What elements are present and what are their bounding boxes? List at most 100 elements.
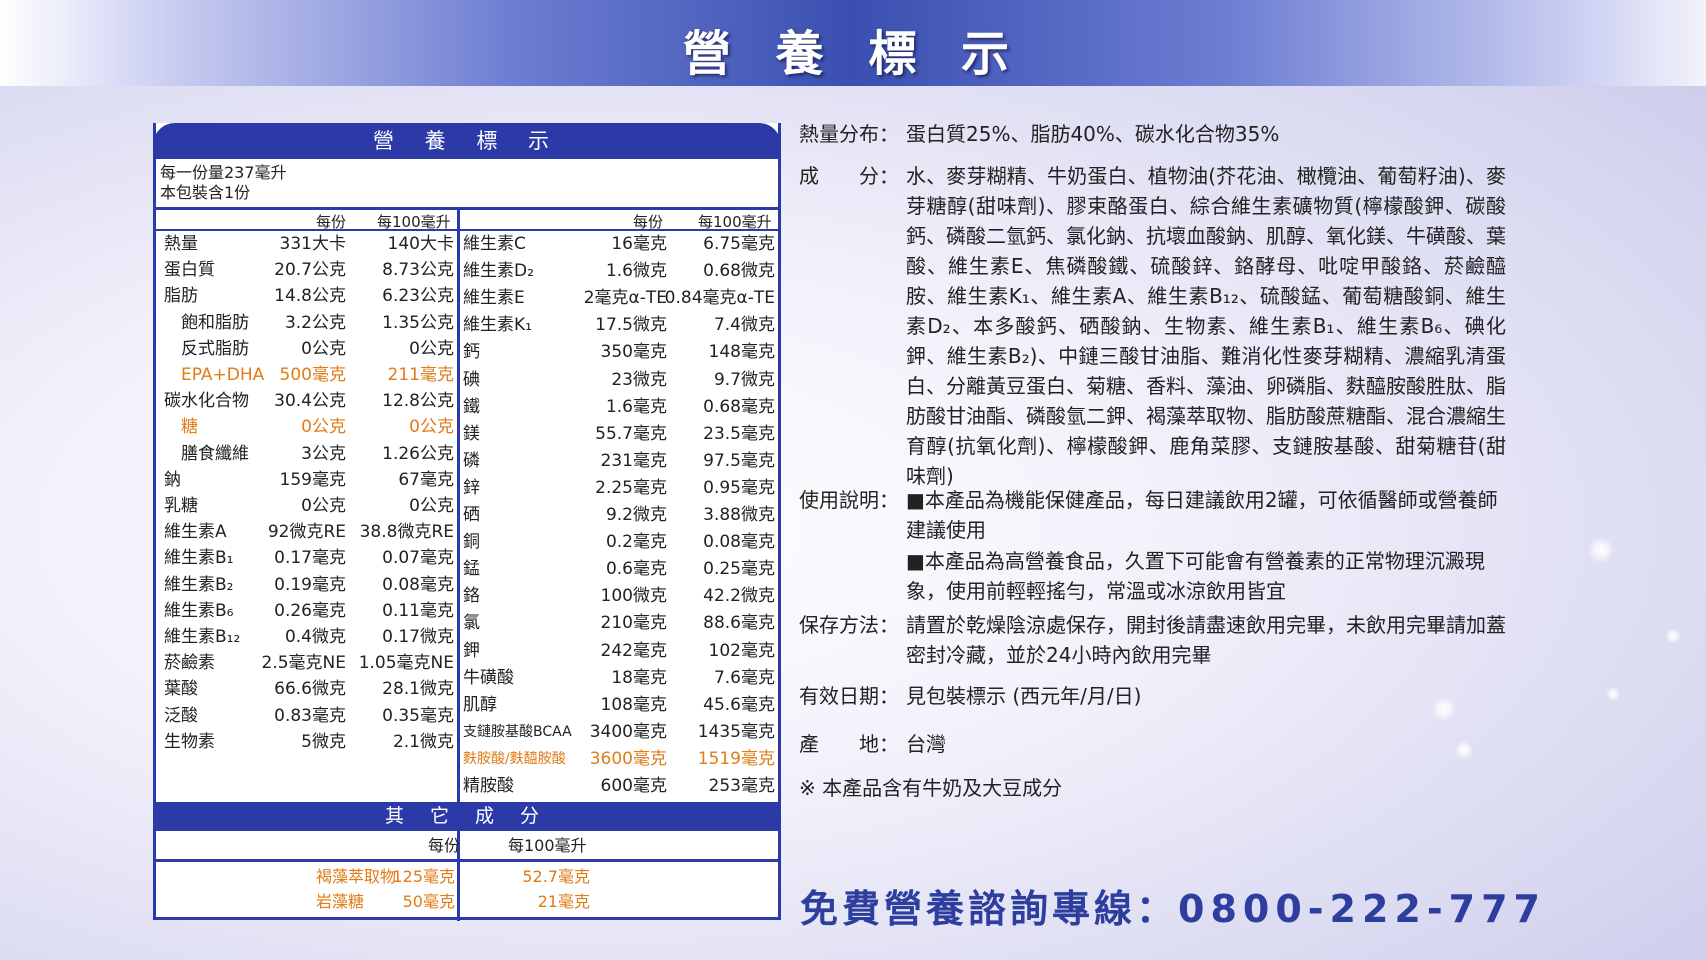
hotline: 免費營養諮詢專線：0800-222-777: [800, 878, 1546, 933]
expiry-label: 有效日期：: [799, 684, 899, 708]
value-per-100ml: 1435毫克: [697, 721, 775, 742]
value-per-100ml: 0.95毫克: [703, 477, 775, 498]
nutrient-name: 鉻: [463, 586, 480, 607]
nutrient-row: 維生素A 92微克RE 38.8微克RE: [156, 518, 456, 546]
nutrient-name: 乳糖: [164, 496, 198, 516]
nutrient-name: 葉酸: [164, 679, 198, 700]
value-per-serving: 50毫克: [402, 892, 455, 911]
value-per-100ml: 211毫克: [387, 365, 454, 385]
nutrient-row: 脂肪 14.8公克 6.23公克: [156, 282, 456, 310]
nutrient-name: 碳水化合物: [164, 391, 249, 412]
value-per-100ml: 0.08毫克: [703, 532, 775, 553]
nutrient-name: 維生素B₂: [164, 574, 234, 595]
value-per-100ml: 0公克: [409, 496, 454, 516]
ingredient-name: 褐藻萃取物: [316, 867, 397, 886]
value-per-100ml: 52.7毫克: [522, 867, 590, 886]
value-per-100ml: 0.68微克: [703, 261, 775, 282]
banner-title: 營 養 標 示: [682, 26, 1024, 82]
nutrient-row: 鎂 55.7毫克 23.5毫克: [460, 420, 778, 448]
origin-text: 台灣: [906, 732, 946, 756]
value-per-serving: 20.7公克: [274, 260, 346, 281]
value-per-serving: 1.6毫克: [605, 396, 667, 417]
nutrient-name: 維生素D₂: [463, 261, 534, 282]
nutrient-row: 支鏈胺基酸BCAA 3400毫克 1435毫克: [460, 718, 778, 746]
value-per-serving: 23微克: [611, 369, 667, 390]
nutrient-name: 硒: [463, 505, 480, 525]
value-per-serving: 242毫克: [600, 640, 667, 661]
nutrient-name: 鋅: [463, 477, 480, 498]
value-per-100ml: 140大卡: [387, 234, 454, 254]
value-per-serving: 14.8公克: [274, 286, 346, 307]
nutrient-name: 生物素: [164, 731, 215, 752]
usage-label: 使用說明：: [799, 488, 899, 512]
value-per-serving: 16毫克: [611, 234, 667, 254]
value-per-100ml: 7.4微克: [713, 315, 775, 336]
storage-label: 保存方法：: [799, 613, 899, 637]
nutrient-name: 鈣: [463, 342, 480, 363]
nutrient-row: 飽和脂肪 3.2公克 1.35公克: [156, 309, 456, 337]
value-per-100ml: 23.5毫克: [703, 423, 775, 444]
nutrient-row: 錳 0.6毫克 0.25毫克: [460, 555, 778, 583]
value-per-serving: 231毫克: [600, 450, 667, 471]
nutrient-row: 精胺酸 600毫克 253毫克: [460, 772, 778, 800]
nutrient-row: 維生素B₁₂ 0.4微克 0.17微克: [156, 623, 456, 651]
nutrient-row: 氯 210毫克 88.6毫克: [460, 609, 778, 637]
nutrient-name: 菸鹼素: [164, 653, 215, 674]
nutrient-name: 泛酸: [164, 705, 198, 726]
value-per-serving: 2.25毫克: [595, 477, 667, 498]
value-per-serving: 3400毫克: [589, 721, 667, 742]
value-per-serving: 0公克: [301, 496, 346, 516]
nutrient-name: 熱量: [164, 234, 198, 254]
nutrient-name: 維生素K₁: [463, 315, 532, 336]
nutrient-row: 維生素E 2毫克α-TE 0.84毫克α-TE: [460, 284, 778, 312]
value-per-serving: 5微克: [301, 731, 346, 752]
nutrient-row: 鐵 1.6毫克 0.68毫克: [460, 393, 778, 421]
value-per-100ml: 0公克: [409, 417, 454, 438]
value-per-serving: 3.2公克: [284, 312, 346, 333]
nutrient-row: 鉀 242毫克 102毫克: [460, 637, 778, 665]
other-ingredient-row: 岩藻糖 50毫克 21毫克: [156, 888, 778, 916]
value-per-serving: 0公克: [301, 338, 346, 359]
nutrient-row: 維生素C 16毫克 6.75毫克: [460, 230, 778, 258]
nutrient-row: 蛋白質 20.7公克 8.73公克: [156, 256, 456, 284]
divider: [156, 207, 778, 210]
value-per-100ml: 6.75毫克: [703, 234, 775, 254]
nutrient-row: 硒 9.2微克 3.88微克: [460, 501, 778, 529]
value-per-serving: 108毫克: [600, 694, 667, 715]
value-per-serving: 30.4公克: [274, 391, 346, 412]
value-per-serving: 17.5微克: [595, 315, 667, 336]
value-per-100ml: 0公克: [409, 338, 454, 359]
nutrient-name: 鎂: [463, 423, 480, 444]
nutrient-name: 鈉: [164, 469, 181, 490]
value-per-100ml: 97.5毫克: [703, 450, 775, 471]
nutrient-name: 維生素A: [164, 522, 227, 543]
value-per-100ml: 1.26公克: [382, 443, 454, 464]
nutrient-name: 膳食纖維: [181, 443, 249, 464]
value-per-100ml: 0.84毫克α-TE: [664, 288, 775, 309]
nutrient-name: 牛磺酸: [463, 667, 514, 688]
nutrient-row: 肌醇 108毫克 45.6毫克: [460, 691, 778, 719]
value-per-100ml: 6.23公克: [382, 286, 454, 307]
value-per-100ml: 1.35公克: [382, 312, 454, 333]
energy-label: 熱量分布：: [799, 122, 899, 146]
value-per-serving: 159毫克: [279, 469, 346, 490]
value-per-100ml: 0.08毫克: [382, 574, 454, 595]
energy-text: 蛋白質25%、脂肪40%、碳水化合物35%: [906, 122, 1280, 146]
nutrient-name: 維生素B₁: [164, 548, 234, 569]
nutrient-row: 鈉 159毫克 67毫克: [156, 466, 456, 494]
nutrient-name: 肌醇: [463, 694, 497, 715]
value-per-100ml: 88.6毫克: [703, 613, 775, 634]
nutrient-row: 鈣 350毫克 148毫克: [460, 338, 778, 366]
nutrient-name: 碘: [463, 369, 480, 390]
value-per-serving: 100微克: [600, 586, 667, 607]
value-per-100ml: 8.73公克: [382, 260, 454, 281]
ingredient-name: 岩藻糖: [316, 892, 365, 911]
nutrient-name: 反式脂肪: [181, 338, 249, 359]
value-per-serving: 125毫克: [392, 867, 455, 886]
nutrient-row: 反式脂肪 0公克 0公克: [156, 335, 456, 363]
value-per-100ml: 12.8公克: [382, 391, 454, 412]
nutrient-row: 碘 23微克 9.7微克: [460, 366, 778, 394]
value-per-serving: 1.6微克: [605, 261, 667, 282]
value-per-serving: 0.26毫克: [274, 600, 346, 621]
nutrient-row: 麩胺酸/麩醯胺酸 3600毫克 1519毫克: [460, 745, 778, 773]
